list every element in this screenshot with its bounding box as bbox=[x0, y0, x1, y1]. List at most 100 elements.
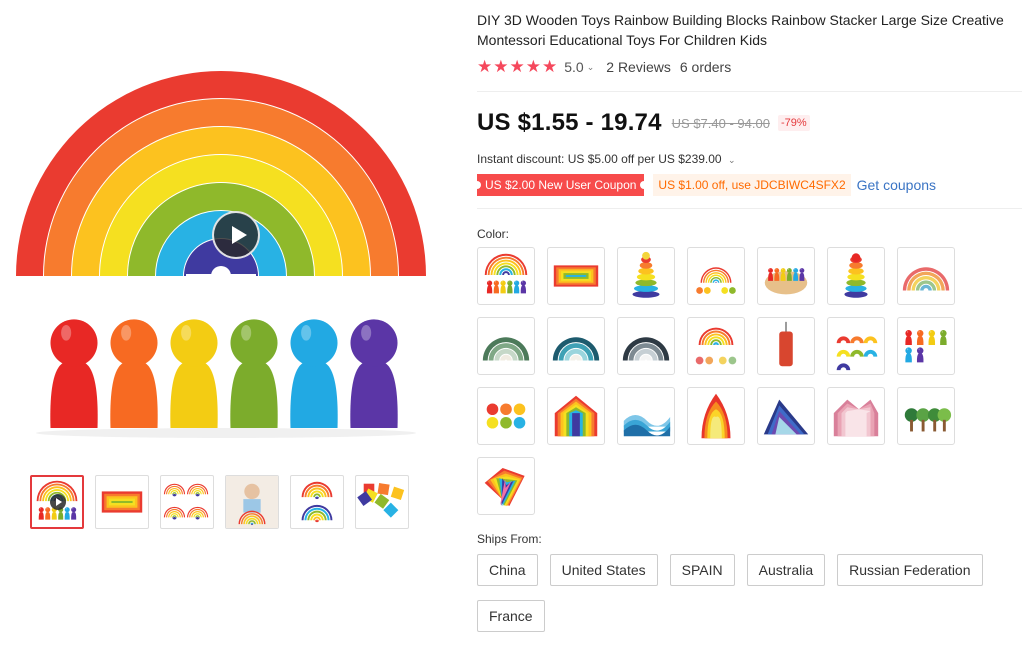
swatch-arc bbox=[920, 284, 932, 291]
colored-balls-icon bbox=[486, 403, 526, 429]
fire-stacker-icon bbox=[701, 393, 731, 439]
thumbnail-2[interactable] bbox=[95, 475, 149, 529]
stacking-rings-icon bbox=[844, 253, 868, 298]
people-figures-icon bbox=[905, 330, 947, 363]
rainbow-collage-thumbnail-icon bbox=[163, 483, 209, 520]
color-swatch-20[interactable] bbox=[827, 387, 885, 445]
green-arches-icon bbox=[482, 337, 530, 361]
rainbow-with-peg-dolls-icon bbox=[484, 253, 528, 294]
pink-house-icon bbox=[833, 399, 879, 437]
ship-option-france[interactable]: France bbox=[477, 600, 545, 632]
rating-value[interactable]: 5.0 bbox=[564, 59, 583, 75]
star-rating: ★ ★ ★ ★ ★ bbox=[477, 58, 557, 76]
color-swatch-grid bbox=[477, 247, 1022, 515]
ship-option-australia[interactable]: Australia bbox=[746, 554, 826, 586]
star-icon: ★ bbox=[493, 57, 509, 76]
color-swatch-19[interactable] bbox=[757, 387, 815, 445]
ship-option-spain[interactable]: SPAIN bbox=[669, 554, 735, 586]
peg-doll bbox=[493, 280, 500, 294]
color-swatch-12[interactable] bbox=[757, 317, 815, 375]
rainbow-accessories-icon bbox=[695, 327, 737, 365]
lacing-toy-icon bbox=[779, 321, 793, 367]
color-swatch-11[interactable] bbox=[687, 317, 745, 375]
color-swatch-6[interactable] bbox=[827, 247, 885, 305]
play-video-button[interactable] bbox=[212, 211, 260, 259]
swatch-arc bbox=[502, 271, 510, 276]
peg-doll bbox=[768, 268, 774, 281]
peg-doll bbox=[793, 268, 799, 281]
thumbnail-strip bbox=[30, 475, 409, 529]
stack-b-arc bbox=[315, 519, 319, 523]
color-swatch-13[interactable] bbox=[827, 317, 885, 375]
color-swatch-8[interactable] bbox=[477, 317, 535, 375]
rainbow-toy-set-icon bbox=[696, 267, 736, 294]
orders-count: 6 orders bbox=[679, 59, 732, 75]
thumbnail-4[interactable] bbox=[225, 475, 279, 529]
star-icon: ★ bbox=[509, 57, 525, 76]
swatch-arc bbox=[707, 274, 725, 283]
color-swatch-7[interactable] bbox=[897, 247, 955, 305]
play-icon bbox=[50, 494, 66, 510]
reviews-link[interactable]: 2 Reviews bbox=[606, 59, 671, 75]
main-product-image[interactable] bbox=[16, 8, 436, 460]
color-swatch-5[interactable] bbox=[757, 247, 815, 305]
teal-arches-icon bbox=[552, 337, 600, 361]
peg-dolls-on-plate-icon bbox=[764, 268, 808, 295]
peg-doll bbox=[38, 507, 44, 520]
color-swatch-3[interactable] bbox=[617, 247, 675, 305]
pastel-rainbow-icon bbox=[902, 267, 950, 291]
peg-doll bbox=[230, 319, 278, 428]
star-icon: ★ bbox=[525, 57, 541, 76]
ship-option-china[interactable]: China bbox=[477, 554, 538, 586]
thumbnail-1[interactable] bbox=[30, 475, 84, 529]
instant-discount-text: Instant discount: US $5.00 off per US $2… bbox=[477, 152, 722, 166]
instant-discount[interactable]: Instant discount: US $5.00 off per US $2… bbox=[477, 152, 1022, 166]
swatch-arc bbox=[640, 354, 652, 361]
color-swatch-4[interactable] bbox=[687, 247, 745, 305]
peg-doll bbox=[916, 347, 924, 363]
color-swatch-1[interactable] bbox=[477, 247, 535, 305]
rainbow-stacks-thumbnail-icon bbox=[301, 481, 333, 523]
peg-doll bbox=[170, 319, 218, 428]
color-swatch-9[interactable] bbox=[547, 317, 605, 375]
peg-doll bbox=[513, 280, 520, 294]
grey-arches-icon bbox=[622, 337, 670, 361]
color-swatch-18[interactable] bbox=[687, 387, 745, 445]
swatch-arc bbox=[715, 281, 717, 283]
color-swatch-2[interactable] bbox=[547, 247, 605, 305]
star-icon: ★ bbox=[542, 57, 558, 76]
peg-doll bbox=[916, 330, 924, 346]
rainbow-house-icon bbox=[554, 395, 598, 437]
peg-doll bbox=[786, 268, 792, 281]
chevron-down-icon[interactable]: ⌄ bbox=[728, 155, 736, 165]
peg-doll bbox=[520, 280, 527, 294]
new-user-coupon[interactable]: US $2.00 New User Coupon bbox=[472, 174, 649, 196]
rating-row: ★ ★ ★ ★ ★ 5.0 ⌄ 2 Reviews 6 orders bbox=[477, 58, 1022, 76]
ships-from-label: Ships From: bbox=[477, 532, 542, 546]
color-label: Color: bbox=[477, 227, 510, 241]
peg-doll bbox=[64, 507, 70, 520]
color-swatch-14[interactable] bbox=[897, 317, 955, 375]
star-icon: ★ bbox=[477, 57, 493, 76]
rainbow-pieces-set-icon bbox=[836, 336, 878, 371]
color-swatch-17[interactable] bbox=[617, 387, 675, 445]
peg-doll bbox=[780, 268, 786, 281]
code-coupon[interactable]: US $1.00 off, use JDCBIWC4SFX2 bbox=[653, 174, 851, 196]
color-swatch-15[interactable] bbox=[477, 387, 535, 445]
ship-option-russian-federation[interactable]: Russian Federation bbox=[837, 554, 983, 586]
ship-option-united-states[interactable]: United States bbox=[549, 554, 658, 586]
color-swatch-10[interactable] bbox=[617, 317, 675, 375]
shadow bbox=[36, 428, 416, 438]
color-swatch-16[interactable] bbox=[547, 387, 605, 445]
ring-stacker-tower-icon bbox=[632, 251, 660, 298]
get-coupons-link[interactable]: Get coupons bbox=[857, 177, 936, 193]
color-swatch-22[interactable] bbox=[477, 457, 535, 515]
thumbnail-3[interactable] bbox=[160, 475, 214, 529]
thumbnail-5[interactable] bbox=[290, 475, 344, 529]
peg-doll bbox=[290, 319, 338, 428]
chevron-down-icon[interactable]: ⌄ bbox=[587, 62, 595, 73]
ships-from-options: China United States SPAIN Australia Russ… bbox=[477, 554, 1017, 632]
thumbnail-6[interactable] bbox=[355, 475, 409, 529]
child-playing-thumbnail-icon bbox=[226, 476, 278, 528]
color-swatch-21[interactable] bbox=[897, 387, 955, 445]
